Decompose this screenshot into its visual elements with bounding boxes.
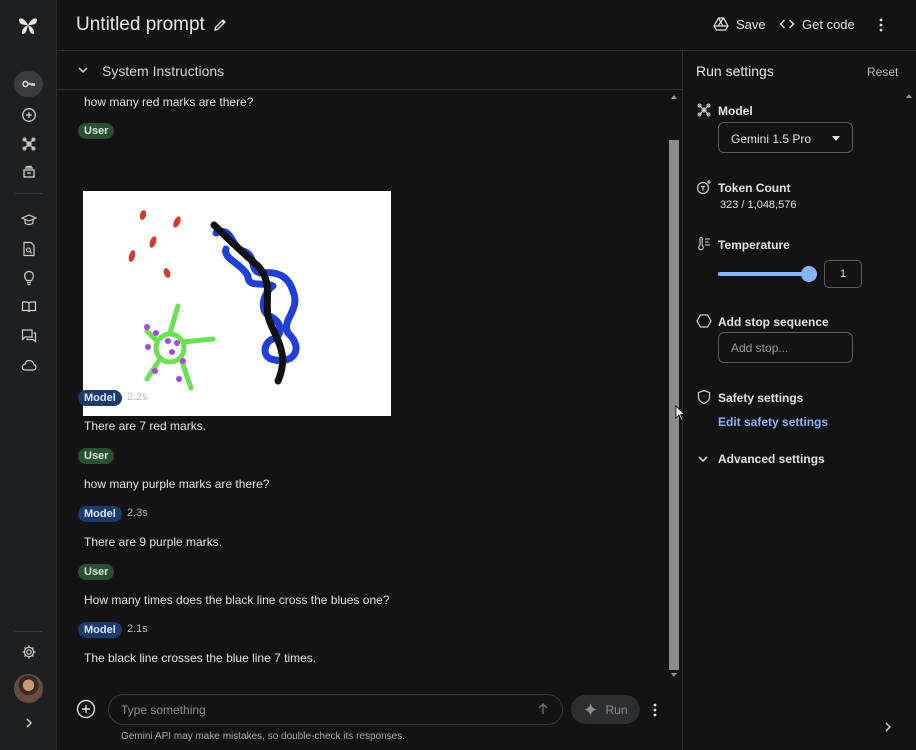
chat-history: how many red marks are there? User Model… <box>57 91 669 681</box>
message-text: The black line crosses the blue line 7 t… <box>84 651 317 665</box>
add-media-icon[interactable] <box>76 699 96 719</box>
main-area: System Instructions how many red marks a… <box>57 51 682 750</box>
system-instructions-label: System Instructions <box>102 63 225 79</box>
avatar[interactable] <box>14 674 43 703</box>
stop-sequence-label: Add stop sequence <box>718 315 829 329</box>
chevron-down-icon[interactable] <box>76 63 90 77</box>
model-label: Model <box>718 104 753 118</box>
shield-icon <box>697 389 711 405</box>
add-circle-icon[interactable] <box>18 104 40 126</box>
chevron-right-icon[interactable] <box>882 720 894 734</box>
system-instructions-bar[interactable]: System Instructions <box>57 51 682 90</box>
run-label: Run <box>605 702 628 717</box>
message-text: How many times does the black line cross… <box>84 593 390 607</box>
run-button[interactable]: Run <box>571 695 640 724</box>
model-icon <box>697 103 711 117</box>
top-bar: Untitled prompt Save Get code <box>57 0 916 51</box>
hexagon-icon <box>696 314 712 328</box>
message-text: There are 9 purple marks. <box>84 535 223 549</box>
temperature-slider[interactable] <box>718 266 817 282</box>
temperature-input[interactable]: 1 <box>824 260 862 288</box>
panel-scroll-up-arrow[interactable] <box>906 94 912 98</box>
temperature-label: Temperature <box>718 238 790 252</box>
token-icon <box>696 180 711 195</box>
prompt-input[interactable] <box>108 694 563 725</box>
model-select-value: Gemini 1.5 Pro <box>731 132 812 146</box>
pencil-icon[interactable] <box>212 17 228 33</box>
book-icon[interactable] <box>18 296 40 318</box>
docs-search-icon[interactable] <box>18 238 40 260</box>
message-text: how many red marks are there? <box>84 95 254 109</box>
edit-safety-settings-link[interactable]: Edit safety settings <box>718 415 828 429</box>
chevron-down-icon <box>698 456 708 463</box>
response-time: 2.1s <box>127 623 148 635</box>
chat-scrollbar[interactable] <box>669 91 681 685</box>
safety-settings-label: Safety settings <box>718 391 804 405</box>
message-text: how many purple marks are there? <box>84 477 270 491</box>
forum-icon[interactable] <box>18 325 40 347</box>
token-count-value: 323 / 1,048,576 <box>720 199 797 211</box>
response-time: 2.3s <box>127 507 148 519</box>
page-title[interactable]: Untitled prompt <box>76 14 205 36</box>
caret-down-icon <box>832 136 840 141</box>
lightbulb-icon[interactable] <box>18 267 40 289</box>
run-settings-title: Run settings <box>696 63 774 79</box>
more-vert-icon[interactable] <box>873 16 889 34</box>
send-icon[interactable] <box>536 702 550 716</box>
cloud-icon[interactable] <box>18 354 40 376</box>
user-chip: User <box>78 448 115 464</box>
user-chip: User <box>78 564 115 580</box>
stop-sequence-input[interactable] <box>718 332 853 363</box>
advanced-settings-label: Advanced settings <box>718 452 825 466</box>
gallery-icon[interactable] <box>18 133 40 155</box>
get-code-button[interactable]: Get code <box>779 16 855 32</box>
token-count-label: Token Count <box>718 181 791 195</box>
sparkle-icon <box>584 702 598 717</box>
gemini-logo-icon[interactable] <box>16 13 40 37</box>
scroll-up-arrow[interactable] <box>671 95 677 99</box>
left-rail <box>0 0 57 750</box>
chevron-right-icon[interactable] <box>18 712 40 734</box>
drive-icon <box>713 17 729 31</box>
message-text: There are 7 red marks. <box>84 419 207 433</box>
uploaded-image <box>83 191 391 416</box>
code-icon <box>779 19 795 29</box>
save-label: Save <box>736 16 766 32</box>
school-icon[interactable] <box>18 209 40 231</box>
model-chip: Model <box>78 390 122 406</box>
temperature-slider-track[interactable] <box>718 272 810 276</box>
save-button[interactable]: Save <box>713 16 766 32</box>
get-api-key-icon[interactable] <box>14 71 43 97</box>
reset-button[interactable]: Reset <box>867 65 898 79</box>
temperature-slider-handle[interactable] <box>801 266 817 282</box>
advanced-settings-toggle[interactable]: Advanced settings <box>696 452 825 466</box>
model-chip: Model <box>78 622 122 638</box>
scroll-down-arrow[interactable] <box>671 673 677 677</box>
response-time: 2.2s <box>127 391 148 403</box>
mouse-cursor-icon <box>675 405 686 421</box>
more-vert-icon[interactable] <box>649 702 661 718</box>
disclaimer: Gemini API may make mistakes, so double-… <box>121 731 406 742</box>
library-icon[interactable] <box>18 161 40 183</box>
settings-icon[interactable] <box>18 641 40 663</box>
model-chip: Model <box>78 506 122 522</box>
user-chip: User <box>78 123 115 139</box>
model-select[interactable]: Gemini 1.5 Pro <box>718 122 853 153</box>
run-settings-panel: Run settings Reset Model Gemini 1.5 Pro … <box>682 51 916 750</box>
thermometer-icon <box>698 236 710 251</box>
get-code-label: Get code <box>802 16 855 32</box>
